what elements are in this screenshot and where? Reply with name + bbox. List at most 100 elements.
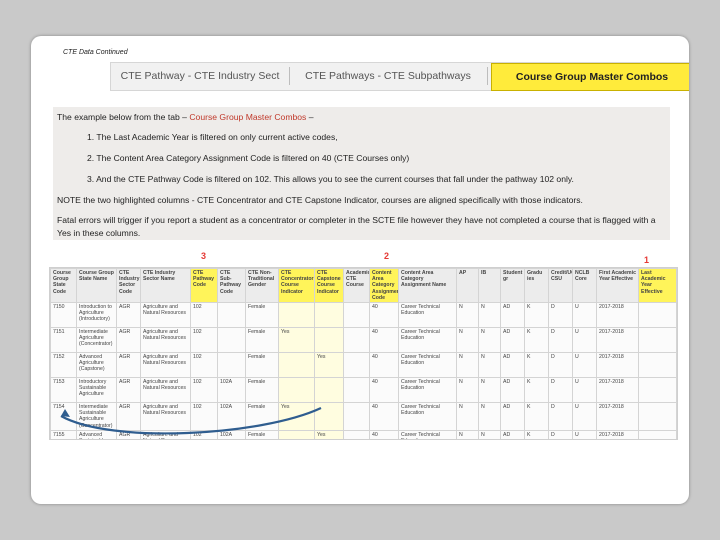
table-cell[interactable]: D <box>548 402 573 431</box>
table-cell[interactable]: Female <box>245 402 279 431</box>
column-header[interactable]: CTE Concentrator Course Indicator <box>278 268 315 304</box>
table-cell[interactable]: Career Technical Education <box>398 302 457 329</box>
table-cell[interactable] <box>343 352 370 379</box>
table-cell[interactable] <box>343 377 370 404</box>
table-cell[interactable]: AD <box>500 429 525 439</box>
table-cell[interactable]: Career Technical Education <box>398 352 457 379</box>
table-cell[interactable]: Yes <box>314 429 344 439</box>
table-cell[interactable]: Agriculture and Natural Resources <box>140 377 191 404</box>
table-cell[interactable]: AGR <box>116 302 141 329</box>
table-cell[interactable]: N <box>456 352 479 379</box>
table-cell[interactable] <box>278 377 315 404</box>
table-cell[interactable]: Intermediate Agriculture (Concentrator) <box>76 327 117 354</box>
table-cell[interactable]: AD <box>500 377 525 404</box>
table-cell[interactable]: Female <box>245 429 279 439</box>
table-cell[interactable]: N <box>456 402 479 431</box>
table-cell[interactable] <box>343 302 370 329</box>
table-cell[interactable] <box>638 377 677 404</box>
table-row[interactable]: 7154 Intermediate Sustainable Agriculture… <box>50 402 677 431</box>
table-cell[interactable]: 2017-2018 <box>596 327 639 354</box>
table-cell[interactable]: U <box>572 377 597 404</box>
table-cell[interactable]: D <box>548 327 573 354</box>
table-cell[interactable]: N <box>456 429 479 439</box>
table-cell[interactable]: Introduction to Agriculture (Introductor… <box>76 302 117 329</box>
column-header[interactable]: CTE Non-Traditional Gender <box>245 268 279 304</box>
table-cell[interactable]: U <box>572 429 597 439</box>
table-cell[interactable]: N <box>478 327 501 354</box>
table-cell[interactable] <box>314 402 344 431</box>
table-cell[interactable]: 2017-2018 <box>596 402 639 431</box>
table-cell[interactable]: U <box>572 402 597 431</box>
table-row[interactable]: 7152 Advanced Agriculture (Capstone) AGR Ag… <box>50 352 677 379</box>
column-header[interactable]: Last Academic Year Effective <box>638 268 677 304</box>
table-cell[interactable]: AD <box>500 327 525 354</box>
table-cell[interactable]: 40 <box>369 429 399 439</box>
table-cell[interactable] <box>343 429 370 439</box>
table-cell[interactable]: K <box>524 377 549 404</box>
table-cell[interactable]: 102 <box>190 352 218 379</box>
column-header[interactable]: CTE Pathway Code <box>190 268 218 304</box>
table-cell[interactable]: AD <box>500 402 525 431</box>
table-cell[interactable]: Yes <box>314 352 344 379</box>
table-cell[interactable] <box>638 352 677 379</box>
column-header[interactable]: CTE Industry Sector Code <box>116 268 141 304</box>
table-cell[interactable]: 2017-2018 <box>596 377 639 404</box>
table-cell[interactable]: U <box>572 352 597 379</box>
table-cell[interactable]: Career Technical Education <box>398 327 457 354</box>
table-cell[interactable] <box>278 429 315 439</box>
table-cell[interactable]: K <box>524 429 549 439</box>
column-header[interactable]: First Academic Year Effective <box>596 268 639 304</box>
table-cell[interactable]: N <box>478 429 501 439</box>
table-row[interactable]: 7155Advanced Sustainable Agriculture (Ca… <box>50 429 677 439</box>
table-cell[interactable]: 102 <box>190 327 218 354</box>
table-cell[interactable]: Introductory Sustainable Agriculture <box>76 377 117 404</box>
table-cell[interactable] <box>314 327 344 354</box>
column-header[interactable]: Course Group State Code <box>50 268 77 304</box>
table-cell[interactable]: N <box>478 352 501 379</box>
table-cell[interactable]: 102 <box>190 377 218 404</box>
table-cell[interactable]: 7153 <box>50 377 77 404</box>
table-cell[interactable]: 40 <box>369 402 399 431</box>
tab-course-group-master-combos[interactable]: Course Group Master Combos <box>491 63 689 91</box>
column-header[interactable]: Gradu ies <box>524 268 549 304</box>
table-cell[interactable]: N <box>456 327 479 354</box>
table-cell[interactable]: 102A <box>217 377 246 404</box>
table-cell[interactable] <box>638 327 677 354</box>
table-cell[interactable]: Advanced Agriculture (Capstone) <box>76 352 117 379</box>
table-cell[interactable]: Intermediate Sustainable Agriculture (Co… <box>76 402 117 431</box>
column-header[interactable]: AP <box>456 268 479 304</box>
table-cell[interactable]: D <box>548 429 573 439</box>
table-cell[interactable]: Advanced Sustainable Agriculture (Capsto… <box>76 429 117 439</box>
table-cell[interactable]: 7150 <box>50 302 77 329</box>
table-cell[interactable]: AD <box>500 352 525 379</box>
table-row[interactable]: 7153 Introductory Sustainable Agriculture… <box>50 377 677 404</box>
table-cell[interactable]: 2017-2018 <box>596 352 639 379</box>
table-row[interactable]: 7151 Intermediate Agriculture (Concentrat… <box>50 327 677 354</box>
table-cell[interactable]: Agriculture and Natural Resources <box>140 302 191 329</box>
table-cell[interactable]: D <box>548 377 573 404</box>
table-cell[interactable]: N <box>478 402 501 431</box>
table-cell[interactable]: 7154 <box>50 402 77 431</box>
table-row[interactable]: 7150 Introduction to Agriculture (Introdu… <box>50 302 677 329</box>
column-header[interactable]: Academic CTE Course <box>343 268 370 304</box>
table-cell[interactable]: 40 <box>369 352 399 379</box>
table-cell[interactable]: Female <box>245 377 279 404</box>
table-cell[interactable]: Yes <box>278 327 315 354</box>
table-cell[interactable]: Agriculture and Natural Resources <box>140 352 191 379</box>
column-header[interactable]: Content Area Category Assignment Name <box>398 268 457 304</box>
column-header[interactable]: NCLB Core <box>572 268 597 304</box>
table-cell[interactable]: Agriculture and Natural Resources <box>140 429 191 439</box>
table-cell[interactable]: D <box>548 302 573 329</box>
table-cell[interactable]: 102 <box>190 402 218 431</box>
table-cell[interactable]: AGR <box>116 352 141 379</box>
column-header[interactable]: Content Area Category Assignment Code <box>369 268 399 304</box>
table-cell[interactable]: 102A <box>217 429 246 439</box>
table-cell[interactable]: 7155 <box>50 429 77 439</box>
table-cell[interactable]: Career Technical Education <box>398 429 457 439</box>
table-cell[interactable]: AGR <box>116 429 141 439</box>
table-cell[interactable]: 102 <box>190 429 218 439</box>
table-cell[interactable]: 7152 <box>50 352 77 379</box>
table-cell[interactable] <box>217 352 246 379</box>
table-cell[interactable] <box>278 302 315 329</box>
table-cell[interactable]: AD <box>500 302 525 329</box>
